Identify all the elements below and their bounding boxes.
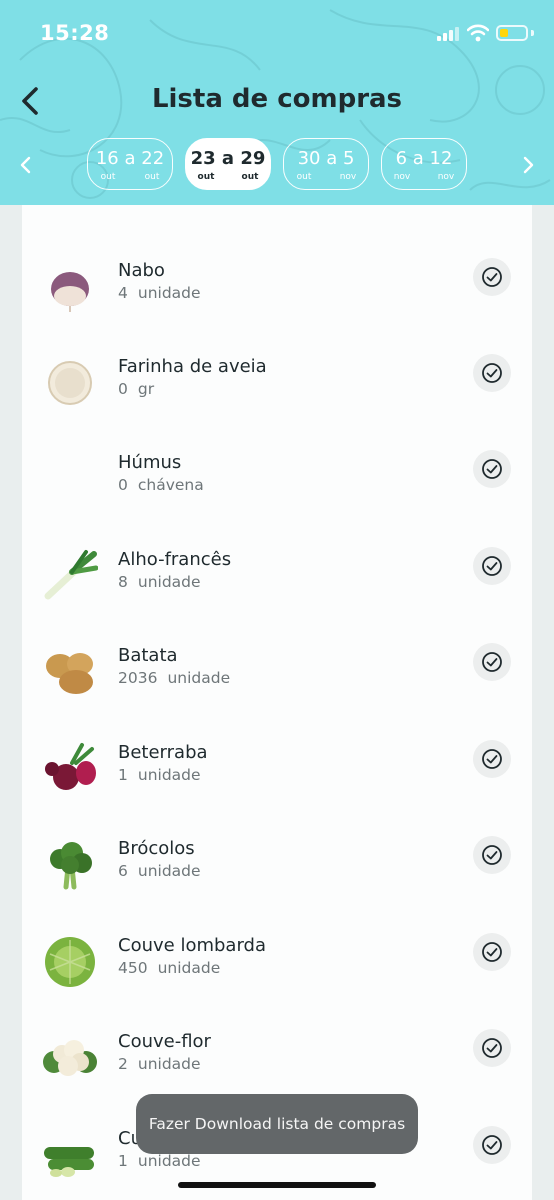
check-circle-icon [482, 459, 502, 479]
check-circle-icon [482, 1038, 502, 1058]
check-item-button[interactable] [473, 740, 511, 778]
previous-week-button[interactable] [16, 155, 36, 175]
battery-tip [531, 30, 534, 36]
item-name: Nabo [118, 260, 165, 281]
check-item-button[interactable] [473, 933, 511, 971]
check-circle-icon [482, 942, 502, 962]
item-quantity: 1 unidade [118, 1152, 201, 1170]
status-bar: 15:28 [0, 0, 554, 66]
week-tab-30-5[interactable]: 30 a 5 out nov [283, 138, 369, 190]
item-name: Húmus [118, 452, 182, 473]
check-circle-icon [482, 556, 502, 576]
list-item: Nabo 4 unidade [22, 239, 532, 335]
week-month-end: nov [437, 172, 455, 182]
list-item: Couve-flor 2 unidade [22, 1010, 532, 1106]
list-item: Brócolos 6 unidade [22, 817, 532, 913]
broccoli-icon [50, 842, 92, 890]
week-month-start: out [296, 172, 312, 182]
week-month-start: nov [393, 172, 411, 182]
week-tab-6-12[interactable]: 6 a 12 nov nov [381, 138, 467, 190]
check-item-button[interactable] [473, 836, 511, 874]
check-circle-icon [482, 749, 502, 769]
list-item: Beterraba 1 unidade [22, 721, 532, 817]
list-item: Húmus 0 chávena [22, 431, 532, 527]
item-quantity: 0 chávena [118, 476, 204, 494]
item-quantity: 1 unidade [118, 766, 201, 784]
item-quantity: 4 unidade [118, 284, 201, 302]
oat-flour-icon [48, 361, 92, 405]
check-circle-icon [482, 845, 502, 865]
week-tab-16-22[interactable]: 16 a 22 out out [87, 138, 173, 190]
week-month-start: out [197, 172, 215, 182]
list-item: Alho-francês 8 unidade [22, 528, 532, 624]
download-shopping-list-button[interactable]: Fazer Download lista de compras [136, 1094, 418, 1154]
week-range: 30 a 5 [297, 148, 355, 169]
item-quantity: 2036 unidade [118, 669, 231, 687]
check-item-button[interactable] [473, 643, 511, 681]
turnip-icon [51, 272, 89, 312]
item-name: Couve-flor [118, 1031, 211, 1052]
item-quantity: 6 unidade [118, 862, 201, 880]
check-item-button[interactable] [473, 354, 511, 392]
week-month-end: out [144, 172, 160, 182]
list-item: Couve lombarda 450 unidade [22, 914, 532, 1010]
week-month-start: out [100, 172, 116, 182]
check-item-button[interactable] [473, 1126, 511, 1164]
check-circle-icon [482, 363, 502, 383]
header: 15:28 Lista de compras 16 a 22 out out 2… [0, 0, 554, 205]
week-month-end: out [241, 172, 259, 182]
check-circle-icon [482, 1135, 502, 1155]
shopping-list[interactable]: Nabo 4 unidade Farinha de aveia 0 gr Húmus… [22, 205, 532, 1200]
potato-icon [46, 653, 93, 694]
week-range: 6 a 12 [395, 148, 453, 169]
item-quantity: 0 gr [118, 380, 155, 398]
item-quantity: 2 unidade [118, 1055, 201, 1073]
item-name: Alho-francês [118, 549, 232, 570]
status-time: 15:28 [40, 21, 110, 45]
wifi-icon [467, 24, 489, 42]
battery-icon [496, 25, 528, 41]
item-name: Brócolos [118, 838, 195, 859]
zucchini-icon [44, 1147, 94, 1177]
cellular-signal-icon [437, 27, 459, 41]
check-circle-icon [482, 267, 502, 287]
cauliflower-icon [43, 1040, 97, 1076]
check-item-button[interactable] [473, 450, 511, 488]
week-range: 16 a 22 [95, 148, 165, 169]
next-week-button[interactable] [518, 155, 538, 175]
week-tab-23-29[interactable]: 23 a 29 out out [185, 138, 271, 190]
item-name: Couve lombarda [118, 935, 266, 956]
home-indicator[interactable] [178, 1182, 376, 1188]
battery-level [500, 29, 508, 37]
item-name: Batata [118, 645, 178, 666]
item-quantity: 450 unidade [118, 959, 221, 977]
savoy-cabbage-icon [45, 937, 95, 987]
week-month-end: nov [339, 172, 357, 182]
week-range: 23 a 29 [190, 148, 266, 169]
list-item: Batata 2036 unidade [22, 624, 532, 720]
beetroot-icon [45, 743, 96, 790]
list-item: Farinha de aveia 0 gr [22, 335, 532, 431]
item-name: Farinha de aveia [118, 356, 267, 377]
check-item-button[interactable] [473, 1029, 511, 1067]
leek-icon [44, 550, 98, 600]
check-item-button[interactable] [473, 258, 511, 296]
item-quantity: 8 unidade [118, 573, 201, 591]
check-circle-icon [482, 652, 502, 672]
check-item-button[interactable] [473, 547, 511, 585]
page-title: Lista de compras [151, 84, 403, 114]
item-name: Beterraba [118, 742, 208, 763]
